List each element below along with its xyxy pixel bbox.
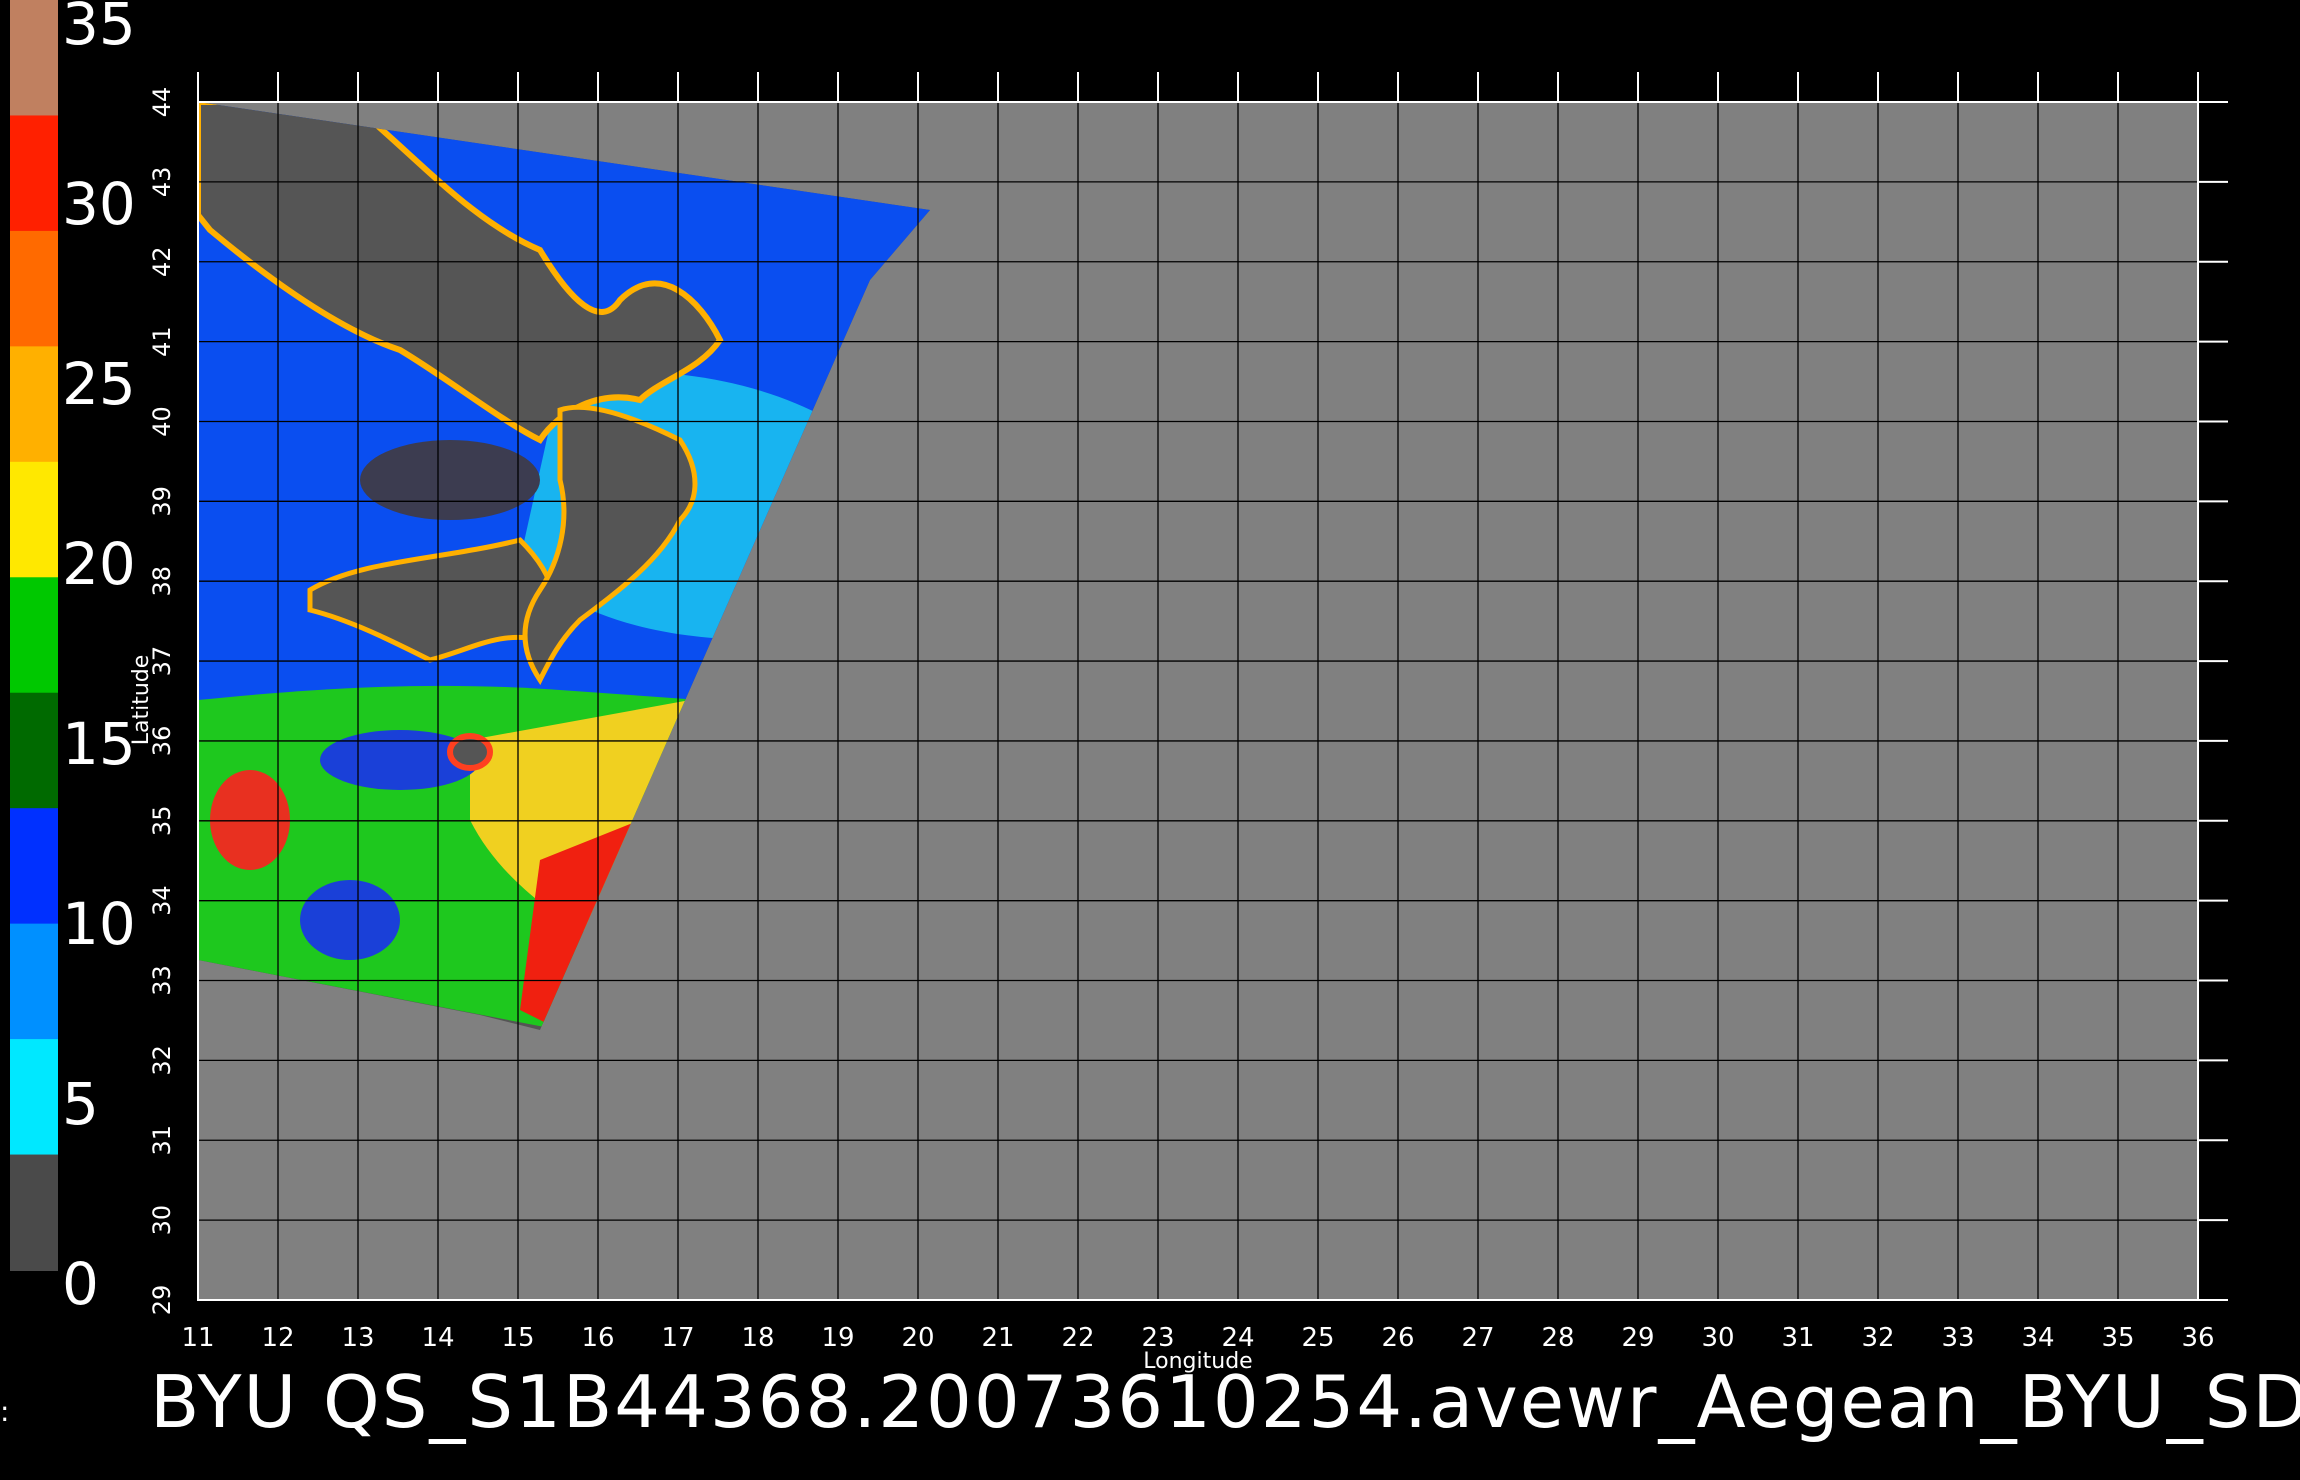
latitude-tick-label: 33 bbox=[148, 965, 176, 996]
longitude-tick-label: 34 bbox=[2021, 1323, 2054, 1353]
latitude-tick-label: 39 bbox=[148, 486, 176, 517]
longitude-tick-label: 12 bbox=[261, 1323, 294, 1353]
colorbar-tick-label: 20 bbox=[62, 530, 136, 598]
latitude-tick-label: 42 bbox=[148, 246, 176, 277]
longitude-tick-label: 21 bbox=[981, 1323, 1014, 1353]
colorbar-band bbox=[10, 115, 58, 232]
longitude-tick-label: 28 bbox=[1541, 1323, 1574, 1353]
longitude-tick-label: 27 bbox=[1461, 1323, 1494, 1353]
colorbar-tick-label: 35 bbox=[62, 0, 136, 58]
longitude-tick-label: 15 bbox=[501, 1323, 534, 1353]
colorbar-band bbox=[10, 692, 58, 810]
latitude-tick-label: 44 bbox=[148, 87, 176, 118]
colorbar-band bbox=[10, 577, 58, 694]
colorbar-band bbox=[10, 461, 58, 579]
y-axis-label: Latitude bbox=[129, 655, 154, 746]
colorbar-band bbox=[10, 346, 58, 463]
latitude-tick-label: 30 bbox=[148, 1205, 176, 1236]
longitude-tick-label: 20 bbox=[901, 1323, 934, 1353]
colorbar-tick-label: 0 bbox=[62, 1250, 99, 1318]
longitude-tick-label: 25 bbox=[1301, 1323, 1334, 1353]
colorbar-tick-label: 15 bbox=[62, 710, 136, 778]
latitude-tick-label: 41 bbox=[148, 326, 176, 357]
colorbar-band bbox=[10, 923, 58, 1041]
colorbar-tick-label: 25 bbox=[62, 350, 136, 418]
latitude-tick-label: 43 bbox=[148, 167, 176, 198]
colorbar-tick-label: 30 bbox=[62, 170, 136, 238]
longitude-tick-label: 32 bbox=[1861, 1323, 1894, 1353]
latitude-tick-label: 40 bbox=[148, 406, 176, 437]
longitude-tick-label: 36 bbox=[2181, 1323, 2214, 1353]
image-caption: BYU QS_S1B44368.20073610254.avewr_Aegean… bbox=[150, 1360, 2300, 1444]
longitude-tick-label: 13 bbox=[341, 1323, 374, 1353]
longitude-tick-label: 11 bbox=[181, 1323, 214, 1353]
longitude-tick-label: 31 bbox=[1781, 1323, 1814, 1353]
longitude-tick-label: 22 bbox=[1061, 1323, 1094, 1353]
sea-blue-patch bbox=[300, 880, 400, 960]
latitude-tick-label: 29 bbox=[148, 1285, 176, 1316]
sea-dark-patch bbox=[360, 440, 540, 520]
longitude-tick-label: 33 bbox=[1941, 1323, 1974, 1353]
latitude-tick-label: 32 bbox=[148, 1045, 176, 1076]
longitude-tick-label: 35 bbox=[2101, 1323, 2134, 1353]
latitude-tick-label: 38 bbox=[148, 566, 176, 597]
colorbar-band bbox=[10, 0, 58, 117]
colorbar-tick-labels: 0 5 10 15 20 25 30 35 bbox=[62, 0, 136, 1318]
colorbar-band bbox=[10, 1154, 58, 1271]
longitude-tick-label: 30 bbox=[1701, 1323, 1734, 1353]
latitude-tick-label: 31 bbox=[148, 1125, 176, 1156]
longitude-tick-label: 19 bbox=[821, 1323, 854, 1353]
longitude-tick-label: 14 bbox=[421, 1323, 454, 1353]
colorbar-band bbox=[10, 1039, 58, 1156]
longitude-tick-label: 29 bbox=[1621, 1323, 1654, 1353]
wind-speed-colorbar bbox=[10, 0, 58, 1271]
latitude-tick-label: 34 bbox=[148, 885, 176, 916]
longitude-tick-label: 16 bbox=[581, 1323, 614, 1353]
colorbar-tick-label: 10 bbox=[62, 890, 136, 958]
side-mark: : bbox=[0, 1395, 10, 1428]
map-figure: 05101520253035 11 12 13 14 15 16 17 18 19 20 2 bbox=[10, 0, 2228, 1374]
longitude-tick-label: 26 bbox=[1381, 1323, 1414, 1353]
colorbar-band bbox=[10, 808, 58, 925]
colorbar-tick-label: 5 bbox=[62, 1070, 99, 1138]
longitude-tick-label: 17 bbox=[661, 1323, 694, 1353]
colorbar-band bbox=[10, 230, 58, 348]
latitude-tick-label: 35 bbox=[148, 806, 176, 837]
longitude-tick-label: 18 bbox=[741, 1323, 774, 1353]
